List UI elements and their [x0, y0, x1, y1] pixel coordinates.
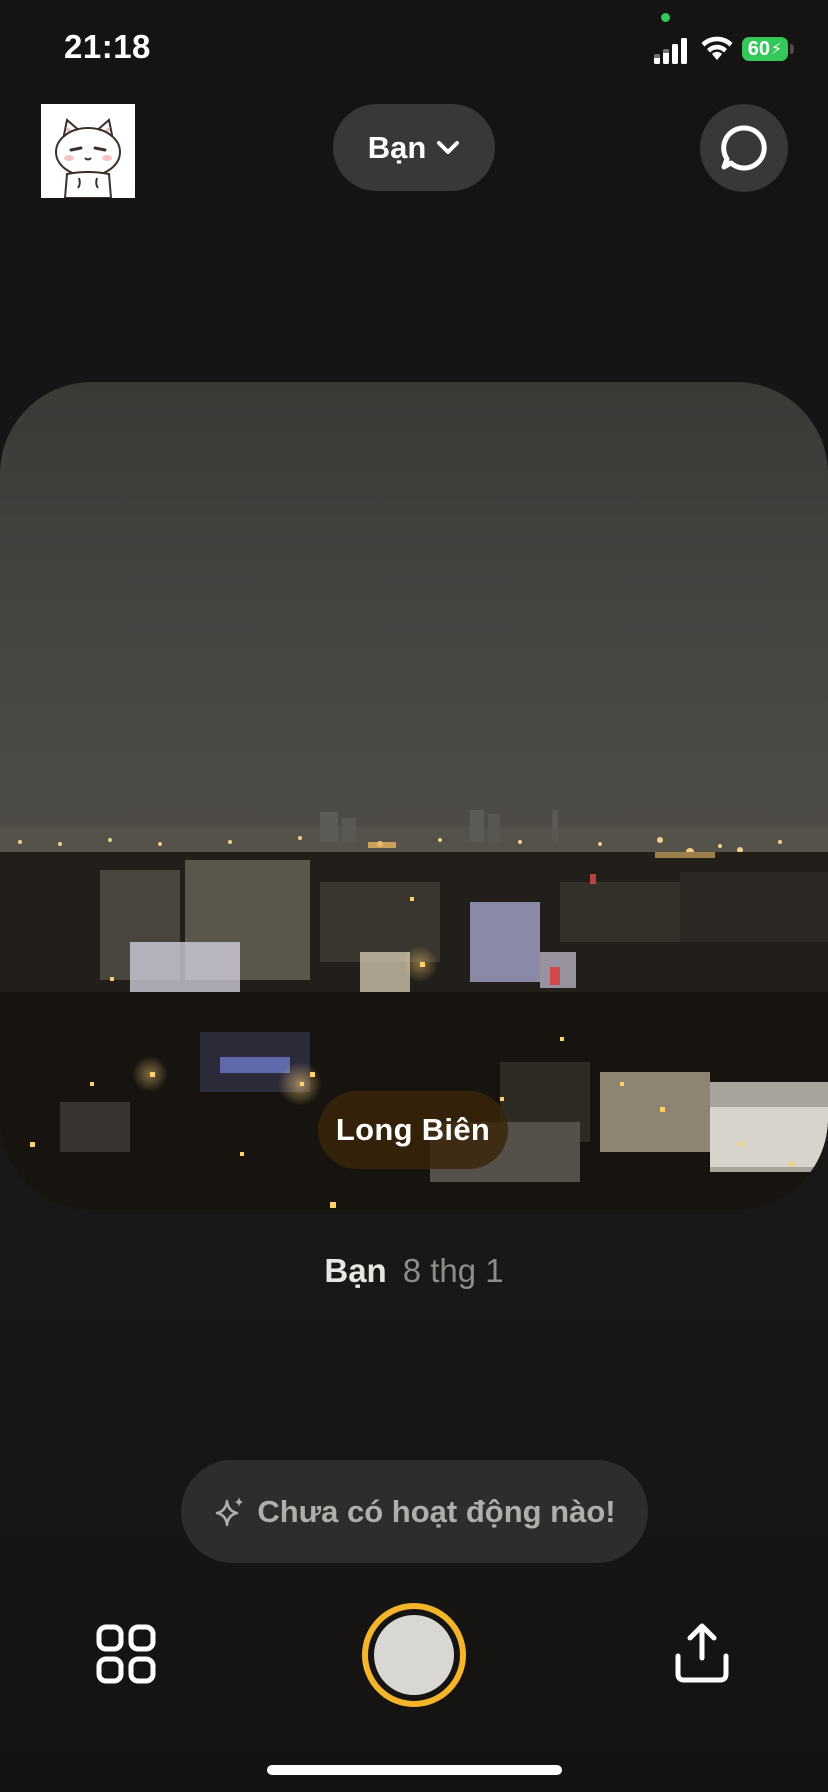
home-indicator[interactable] — [267, 1765, 562, 1775]
avatar[interactable] — [41, 104, 135, 198]
photo-caption: Bạn 8 thg 1 — [0, 1252, 828, 1290]
chat-button[interactable] — [700, 104, 788, 192]
city-night-photo — [0, 810, 828, 1210]
chat-bubble-icon — [721, 125, 767, 171]
status-time: 21:18 — [64, 28, 151, 65]
friends-selector-button[interactable]: Bạn — [333, 104, 495, 191]
shutter-core — [374, 1615, 454, 1695]
activity-button[interactable]: Chưa có hoạt động nào! — [181, 1460, 648, 1563]
location-badge: Long Biên — [318, 1091, 508, 1169]
share-icon[interactable] — [672, 1622, 732, 1684]
mic-indicator-dot — [661, 13, 670, 22]
battery-cap — [790, 44, 794, 54]
caption-date: 8 thg 1 — [402, 1252, 504, 1289]
shutter-button[interactable] — [362, 1603, 466, 1707]
chevron-down-icon — [437, 140, 460, 154]
wifi-icon — [701, 36, 733, 60]
battery-charging-icon: 60 ⚡ — [742, 37, 788, 61]
sparkle-icon — [216, 1496, 244, 1526]
cat-sticker-avatar — [41, 104, 135, 198]
grid-icon[interactable] — [96, 1624, 156, 1684]
signal-icon — [654, 38, 687, 64]
screen: 21:18 60 ⚡ Bạn Long Biên Bạn 8 thg 1 Chư… — [0, 0, 828, 1792]
location-text: Long Biên — [335, 1112, 491, 1147]
caption-name[interactable]: Bạn — [324, 1252, 386, 1289]
friends-selector-label: Bạn — [367, 129, 427, 165]
activity-text: Chưa có hoạt động nào! — [257, 1493, 616, 1529]
battery-level: 60 — [747, 37, 770, 60]
photo-card[interactable] — [0, 382, 828, 1210]
bolt-icon: ⚡ — [771, 41, 783, 58]
